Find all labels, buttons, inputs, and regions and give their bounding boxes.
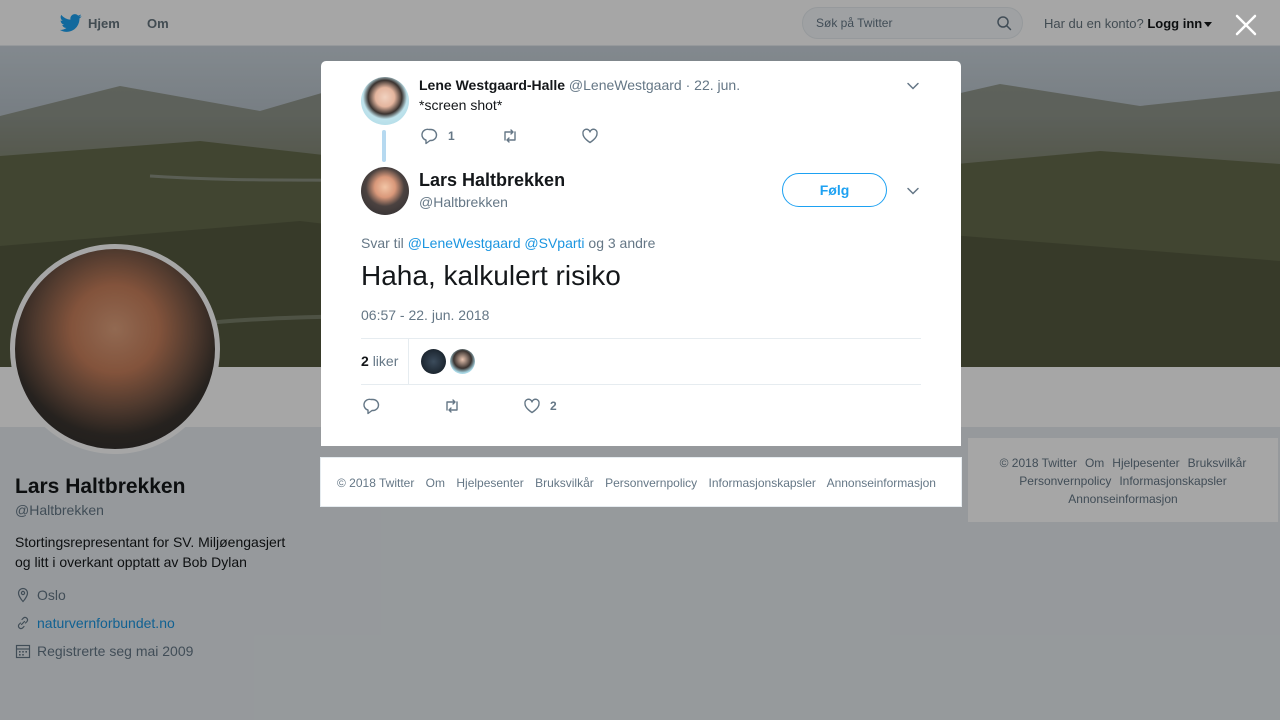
tweet-author-avatar[interactable] xyxy=(361,167,409,215)
likes-label: liker xyxy=(372,353,399,369)
thread-connector xyxy=(382,130,386,162)
parent-reply-button[interactable]: 1 xyxy=(421,127,455,145)
reply-others[interactable]: og 3 andre xyxy=(588,235,655,251)
reply-button[interactable] xyxy=(363,397,381,415)
retweet-button[interactable] xyxy=(443,397,461,415)
chevron-down-icon[interactable] xyxy=(906,184,920,198)
parent-tweet-text: *screen shot* xyxy=(419,97,503,113)
modal-footer-link[interactable]: Hjelpesenter xyxy=(456,476,523,490)
parent-tweet-name[interactable]: Lene Westgaard-Halle xyxy=(419,77,565,93)
retweet-icon xyxy=(446,399,458,413)
liker-avatar[interactable] xyxy=(450,349,475,374)
heart-icon xyxy=(582,128,598,144)
heart-icon xyxy=(524,398,540,414)
modal-footer-link[interactable]: Annonseinformasjon xyxy=(827,476,936,490)
reply-icon xyxy=(421,128,438,145)
modal-footer-link[interactable]: Informasjonskapsler xyxy=(709,476,816,490)
liker-avatar[interactable] xyxy=(421,349,446,374)
stats-divider xyxy=(408,339,409,385)
parent-tweet-handle[interactable]: @LeneWestgaard xyxy=(569,77,682,93)
reply-prefix: Svar til xyxy=(361,235,404,251)
likes-count: 2 xyxy=(361,353,369,369)
tweet-text: Haha, kalkulert risiko xyxy=(361,260,621,291)
mention-link[interactable]: @LeneWestgaard xyxy=(408,235,521,251)
modal-footer-copyright: © 2018 Twitter xyxy=(337,476,415,490)
parent-retweet-button[interactable] xyxy=(501,127,519,145)
reply-icon xyxy=(363,398,380,415)
reply-context: Svar til @LeneWestgaard @SVparti og 3 an… xyxy=(361,235,655,251)
tweet-timestamp[interactable]: 06:57 - 22. jun. 2018 xyxy=(361,307,489,323)
modal-footer: © 2018 Twitter Om Hjelpesenter Bruksvilk… xyxy=(320,457,962,507)
tweet-stats: 2 liker xyxy=(361,338,921,385)
modal-footer-link[interactable]: Om xyxy=(426,476,445,490)
parent-reply-count: 1 xyxy=(448,129,455,143)
follow-button[interactable]: Følg xyxy=(782,173,887,207)
tweet-author-name[interactable]: Lars Haltbrekken xyxy=(419,170,565,191)
tweet-modal: Lene Westgaard-Halle @LeneWestgaard · 22… xyxy=(321,61,961,446)
chevron-down-icon[interactable] xyxy=(906,79,920,93)
parent-tweet-avatar[interactable] xyxy=(361,77,409,125)
retweet-icon xyxy=(504,129,516,143)
modal-footer-link[interactable]: Personvernpolicy xyxy=(605,476,697,490)
parent-tweet-date[interactable]: · 22. jun. xyxy=(686,77,740,93)
tweet-author-handle[interactable]: @Haltbrekken xyxy=(419,194,508,210)
likes-stat[interactable]: 2 liker xyxy=(361,353,398,369)
like-button[interactable]: 2 xyxy=(523,397,557,415)
parent-like-button[interactable] xyxy=(581,127,599,145)
like-count: 2 xyxy=(550,399,557,413)
mention-link[interactable]: @SVparti xyxy=(524,235,584,251)
parent-tweet-header: Lene Westgaard-Halle @LeneWestgaard · 22… xyxy=(419,77,740,93)
modal-footer-link[interactable]: Bruksvilkår xyxy=(535,476,594,490)
close-icon[interactable] xyxy=(1234,13,1258,37)
